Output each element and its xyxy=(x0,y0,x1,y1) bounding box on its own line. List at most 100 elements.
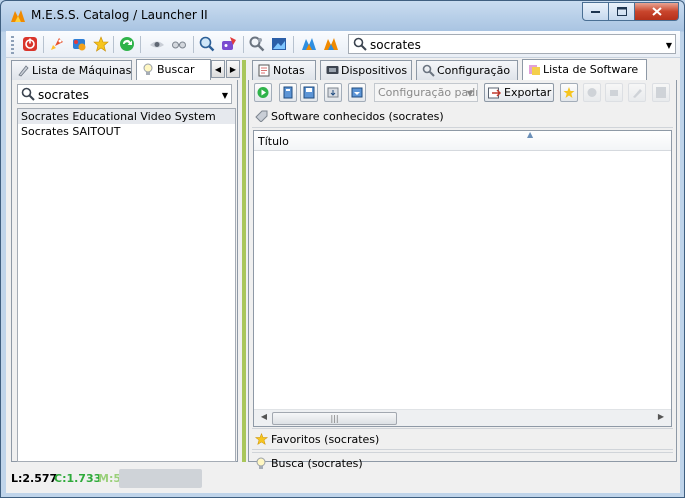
add-device-button[interactable] xyxy=(324,83,342,102)
favorites-save-button[interactable] xyxy=(652,83,670,102)
glasses-icon[interactable] xyxy=(171,36,187,52)
maximize-button[interactable] xyxy=(609,2,635,21)
tab-machine-list[interactable]: Lista de Máquinas xyxy=(11,60,132,80)
notes-icon xyxy=(258,64,270,77)
favorites-remove-button[interactable] xyxy=(583,83,601,102)
tab-configuration[interactable]: Configuração xyxy=(416,60,518,80)
chevron-down-icon: ▼ xyxy=(466,89,473,98)
save-config-button[interactable] xyxy=(300,83,318,102)
audit-icon[interactable] xyxy=(199,36,215,52)
known-software-header[interactable]: Software conhecidos (socrates) xyxy=(252,106,673,128)
client-area: socrates ▼ Lista de Máquinas Buscar ◀ ▶ xyxy=(6,31,680,493)
column-header-title[interactable]: Título ▲ xyxy=(254,130,671,151)
tab-devices[interactable]: Dispositivos xyxy=(320,60,412,80)
game-icon[interactable] xyxy=(221,36,237,52)
favorites-header-label: Favoritos (socrates) xyxy=(271,433,380,446)
minimize-button[interactable] xyxy=(582,2,609,21)
favorites-header[interactable]: Favoritos (socrates) xyxy=(252,428,673,450)
software-icon xyxy=(255,110,268,122)
device-down-icon xyxy=(351,87,363,98)
save-icon xyxy=(656,87,666,98)
toolbar-search-combo[interactable]: socrates ▼ xyxy=(348,34,676,54)
export-button[interactable]: Exportar xyxy=(484,83,554,102)
favorites-add-button[interactable] xyxy=(560,83,578,102)
lightbulb-icon xyxy=(143,63,153,75)
toolbar-separator xyxy=(43,36,44,53)
mess-icon[interactable] xyxy=(301,36,317,52)
tab-search[interactable]: Buscar xyxy=(136,59,211,80)
machine-search-combo[interactable]: socrates ▼ xyxy=(17,84,232,104)
launch-icon[interactable] xyxy=(49,36,65,52)
search-results-list[interactable]: Socrates Educational Video System Socrat… xyxy=(17,108,236,462)
tools-icon[interactable] xyxy=(249,36,265,52)
configuration-select: Configuração padrão ▼ xyxy=(374,83,478,102)
star-remove-icon xyxy=(587,88,597,97)
tab-scroll-right-button[interactable]: ▶ xyxy=(226,60,240,78)
list-item[interactable]: Socrates Educational Video System xyxy=(18,109,235,124)
title-bar[interactable]: M.E.S.S. Catalog / Launcher II xyxy=(1,1,684,31)
scroll-left-arrow[interactable]: ◀ xyxy=(256,412,272,425)
mame-icon[interactable] xyxy=(323,36,339,52)
chevron-down-icon[interactable]: ▼ xyxy=(222,91,228,100)
list-item[interactable]: Socrates SAITOUT xyxy=(18,124,235,139)
toolbar-separator xyxy=(140,36,141,53)
right-tab-bar: Notas Dispositivos Configuração Lista de… xyxy=(252,59,672,80)
toolbar-separator xyxy=(113,36,114,53)
machine-list-icon xyxy=(18,65,29,77)
toolbar-grip[interactable] xyxy=(11,36,14,54)
left-tab-bar: Lista de Máquinas Buscar ◀ ▶ xyxy=(11,59,243,80)
save-icon xyxy=(303,86,315,99)
eye-icon[interactable] xyxy=(149,36,165,52)
software-list-pane: Configuração padrão ▼ Exportar xyxy=(248,80,677,470)
mount-device-button[interactable] xyxy=(279,83,297,102)
device-icon xyxy=(283,86,293,99)
tab-software-list[interactable]: Lista de Software xyxy=(522,59,647,80)
status-bar: L:2.577 C:1.733 M:50 xyxy=(6,467,680,491)
chevron-down-icon[interactable]: ▼ xyxy=(666,41,672,50)
status-loaded-count: L:2.577 xyxy=(11,472,58,485)
close-button[interactable] xyxy=(635,2,679,21)
scroll-right-arrow[interactable]: ▶ xyxy=(653,412,669,425)
tab-configuration-label: Configuração xyxy=(437,64,511,77)
scrollbar-thumb[interactable]: ||| xyxy=(272,412,397,425)
software-list-icon xyxy=(529,65,540,75)
splitter-handle[interactable] xyxy=(242,60,246,462)
tab-scroll-left-button[interactable]: ◀ xyxy=(211,60,225,78)
exit-icon[interactable] xyxy=(22,36,38,52)
play-button[interactable] xyxy=(254,83,272,102)
sort-ascending-icon: ▲ xyxy=(527,130,534,139)
search-icon xyxy=(353,37,367,51)
favorites-edit-button[interactable] xyxy=(605,83,623,102)
horizontal-scrollbar[interactable]: ◀ ||| ▶ xyxy=(254,409,671,426)
favorite-icon[interactable] xyxy=(93,36,109,52)
tab-notes[interactable]: Notas xyxy=(252,60,316,80)
tab-machine-list-label: Lista de Máquinas xyxy=(32,64,132,77)
toolbar-separator xyxy=(193,36,194,53)
wrench-icon xyxy=(422,64,435,77)
favorites-clear-button[interactable] xyxy=(628,83,646,102)
download-icon xyxy=(327,87,339,98)
toolbar-search-value: socrates xyxy=(370,38,421,52)
edit-icon xyxy=(610,90,618,96)
toolbar-separator xyxy=(243,36,244,53)
known-software-header-label: Software conhecidos (socrates) xyxy=(271,110,444,123)
close-icon xyxy=(651,7,662,16)
left-search-pane: socrates ▼ Socrates Educational Video Sy… xyxy=(11,80,238,462)
column-header-title-label: Título xyxy=(258,135,289,148)
search-icon xyxy=(21,87,35,101)
tab-notes-label: Notas xyxy=(273,64,305,77)
star-icon xyxy=(563,87,575,98)
software-table[interactable]: Título ▲ ◀ ||| ▶ xyxy=(253,130,672,427)
tab-devices-label: Dispositivos xyxy=(341,64,408,77)
status-correct-count: C:1.733 xyxy=(54,472,102,485)
export-icon xyxy=(488,87,501,99)
refresh-icon[interactable] xyxy=(119,36,135,52)
main-toolbar: socrates ▼ xyxy=(6,31,680,58)
maximize-icon xyxy=(616,7,627,16)
machine-info-icon[interactable] xyxy=(71,36,87,52)
remove-device-button[interactable] xyxy=(348,83,366,102)
screenshot-icon[interactable] xyxy=(271,36,287,52)
configuration-select-value: Configuração padrão xyxy=(378,86,477,99)
play-icon xyxy=(257,87,269,98)
caption-buttons xyxy=(582,2,679,21)
